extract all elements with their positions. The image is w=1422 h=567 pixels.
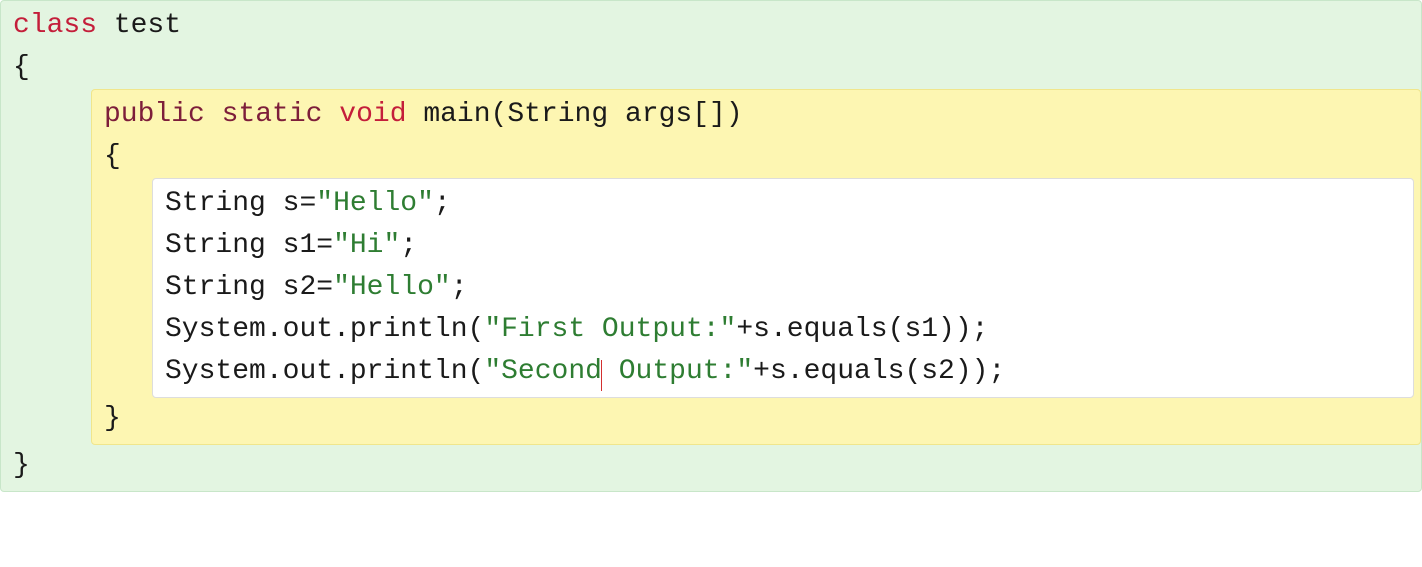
method-close-brace-line: } bbox=[92, 398, 1420, 440]
open-paren: ( bbox=[491, 99, 508, 130]
open-brace: { bbox=[13, 52, 30, 83]
open-paren: ( bbox=[468, 314, 485, 345]
method-name: main bbox=[423, 99, 490, 130]
space bbox=[266, 188, 283, 219]
dot: . bbox=[770, 314, 787, 345]
close-paren: ) bbox=[726, 99, 743, 130]
statement-s2-decl: String s2="Hello"; bbox=[153, 267, 1413, 309]
assign: = bbox=[299, 188, 316, 219]
statement-println-1: System.out.println("First Output:"+s.equ… bbox=[153, 309, 1413, 351]
close-paren: ) bbox=[955, 314, 972, 345]
class-open-brace-line: { bbox=[1, 47, 1421, 89]
type-string: String bbox=[165, 272, 266, 303]
type-string: String bbox=[165, 188, 266, 219]
type-string: String bbox=[165, 230, 266, 261]
open-paren: ( bbox=[468, 356, 485, 387]
var-s2: s2 bbox=[921, 356, 955, 387]
close-paren: ) bbox=[955, 356, 972, 387]
semicolon: ; bbox=[451, 272, 468, 303]
plus: + bbox=[753, 356, 770, 387]
class-close-brace-line: } bbox=[1, 445, 1421, 487]
assign: = bbox=[316, 230, 333, 261]
var-s: s bbox=[283, 188, 300, 219]
method-open-brace-line: { bbox=[92, 136, 1420, 178]
string-hello: "Hello" bbox=[316, 188, 434, 219]
string-second-part1: "Second bbox=[484, 356, 602, 387]
space bbox=[266, 230, 283, 261]
statement-s1-decl: String s1="Hi"; bbox=[153, 225, 1413, 267]
param-type: String bbox=[507, 99, 608, 130]
string-hi: "Hi" bbox=[333, 230, 400, 261]
ident-equals: equals bbox=[787, 314, 888, 345]
class-block: class test { public static void main(Str… bbox=[0, 0, 1422, 492]
string-first-output: "First Output:" bbox=[484, 314, 736, 345]
var-s: s bbox=[753, 314, 770, 345]
ident-println: println bbox=[350, 314, 468, 345]
plus: + bbox=[736, 314, 753, 345]
dot: . bbox=[266, 314, 283, 345]
open-bracket: [ bbox=[692, 99, 709, 130]
method-body-block: String s="Hello"; String s1="Hi"; String… bbox=[152, 178, 1414, 398]
keyword-static: static bbox=[222, 99, 323, 130]
space bbox=[407, 99, 424, 130]
open-paren: ( bbox=[888, 314, 905, 345]
method-block: public static void main(String args[]) {… bbox=[91, 89, 1421, 445]
ident-println: println bbox=[350, 356, 468, 387]
semicolon: ; bbox=[400, 230, 417, 261]
open-paren: ( bbox=[904, 356, 921, 387]
keyword-void: void bbox=[339, 99, 406, 130]
open-brace: { bbox=[104, 141, 121, 172]
dot: . bbox=[266, 356, 283, 387]
dot: . bbox=[333, 314, 350, 345]
space bbox=[608, 99, 625, 130]
space bbox=[266, 272, 283, 303]
close-brace: } bbox=[104, 403, 121, 434]
method-signature-line: public static void main(String args[]) bbox=[92, 94, 1420, 136]
space bbox=[97, 10, 114, 41]
param-name: args bbox=[625, 99, 692, 130]
ident-out: out bbox=[283, 356, 333, 387]
text-cursor-icon bbox=[601, 360, 602, 391]
dot: . bbox=[333, 356, 350, 387]
close-paren: ) bbox=[972, 356, 989, 387]
class-declaration-line: class test bbox=[1, 5, 1421, 47]
ident-equals: equals bbox=[804, 356, 905, 387]
class-name: test bbox=[114, 10, 181, 41]
assign: = bbox=[316, 272, 333, 303]
keyword-public: public bbox=[104, 99, 205, 130]
statement-s-decl: String s="Hello"; bbox=[153, 183, 1413, 225]
var-s1: s1 bbox=[283, 230, 317, 261]
semicolon: ; bbox=[972, 314, 989, 345]
dot: . bbox=[787, 356, 804, 387]
ident-system: System bbox=[165, 356, 266, 387]
string-hello2: "Hello" bbox=[333, 272, 451, 303]
keyword-class: class bbox=[13, 10, 97, 41]
close-paren: ) bbox=[938, 314, 955, 345]
var-s2: s2 bbox=[283, 272, 317, 303]
var-s1: s1 bbox=[904, 314, 938, 345]
close-bracket: ] bbox=[709, 99, 726, 130]
space bbox=[205, 99, 222, 130]
semicolon: ; bbox=[988, 356, 1005, 387]
ident-out: out bbox=[283, 314, 333, 345]
var-s: s bbox=[770, 356, 787, 387]
code-snippet: class test { public static void main(Str… bbox=[0, 0, 1422, 567]
ident-system: System bbox=[165, 314, 266, 345]
semicolon: ; bbox=[434, 188, 451, 219]
statement-println-2: System.out.println("Second Output:"+s.eq… bbox=[153, 351, 1413, 393]
space bbox=[322, 99, 339, 130]
string-second-part2: Output:" bbox=[602, 356, 753, 387]
close-brace: } bbox=[13, 450, 30, 481]
